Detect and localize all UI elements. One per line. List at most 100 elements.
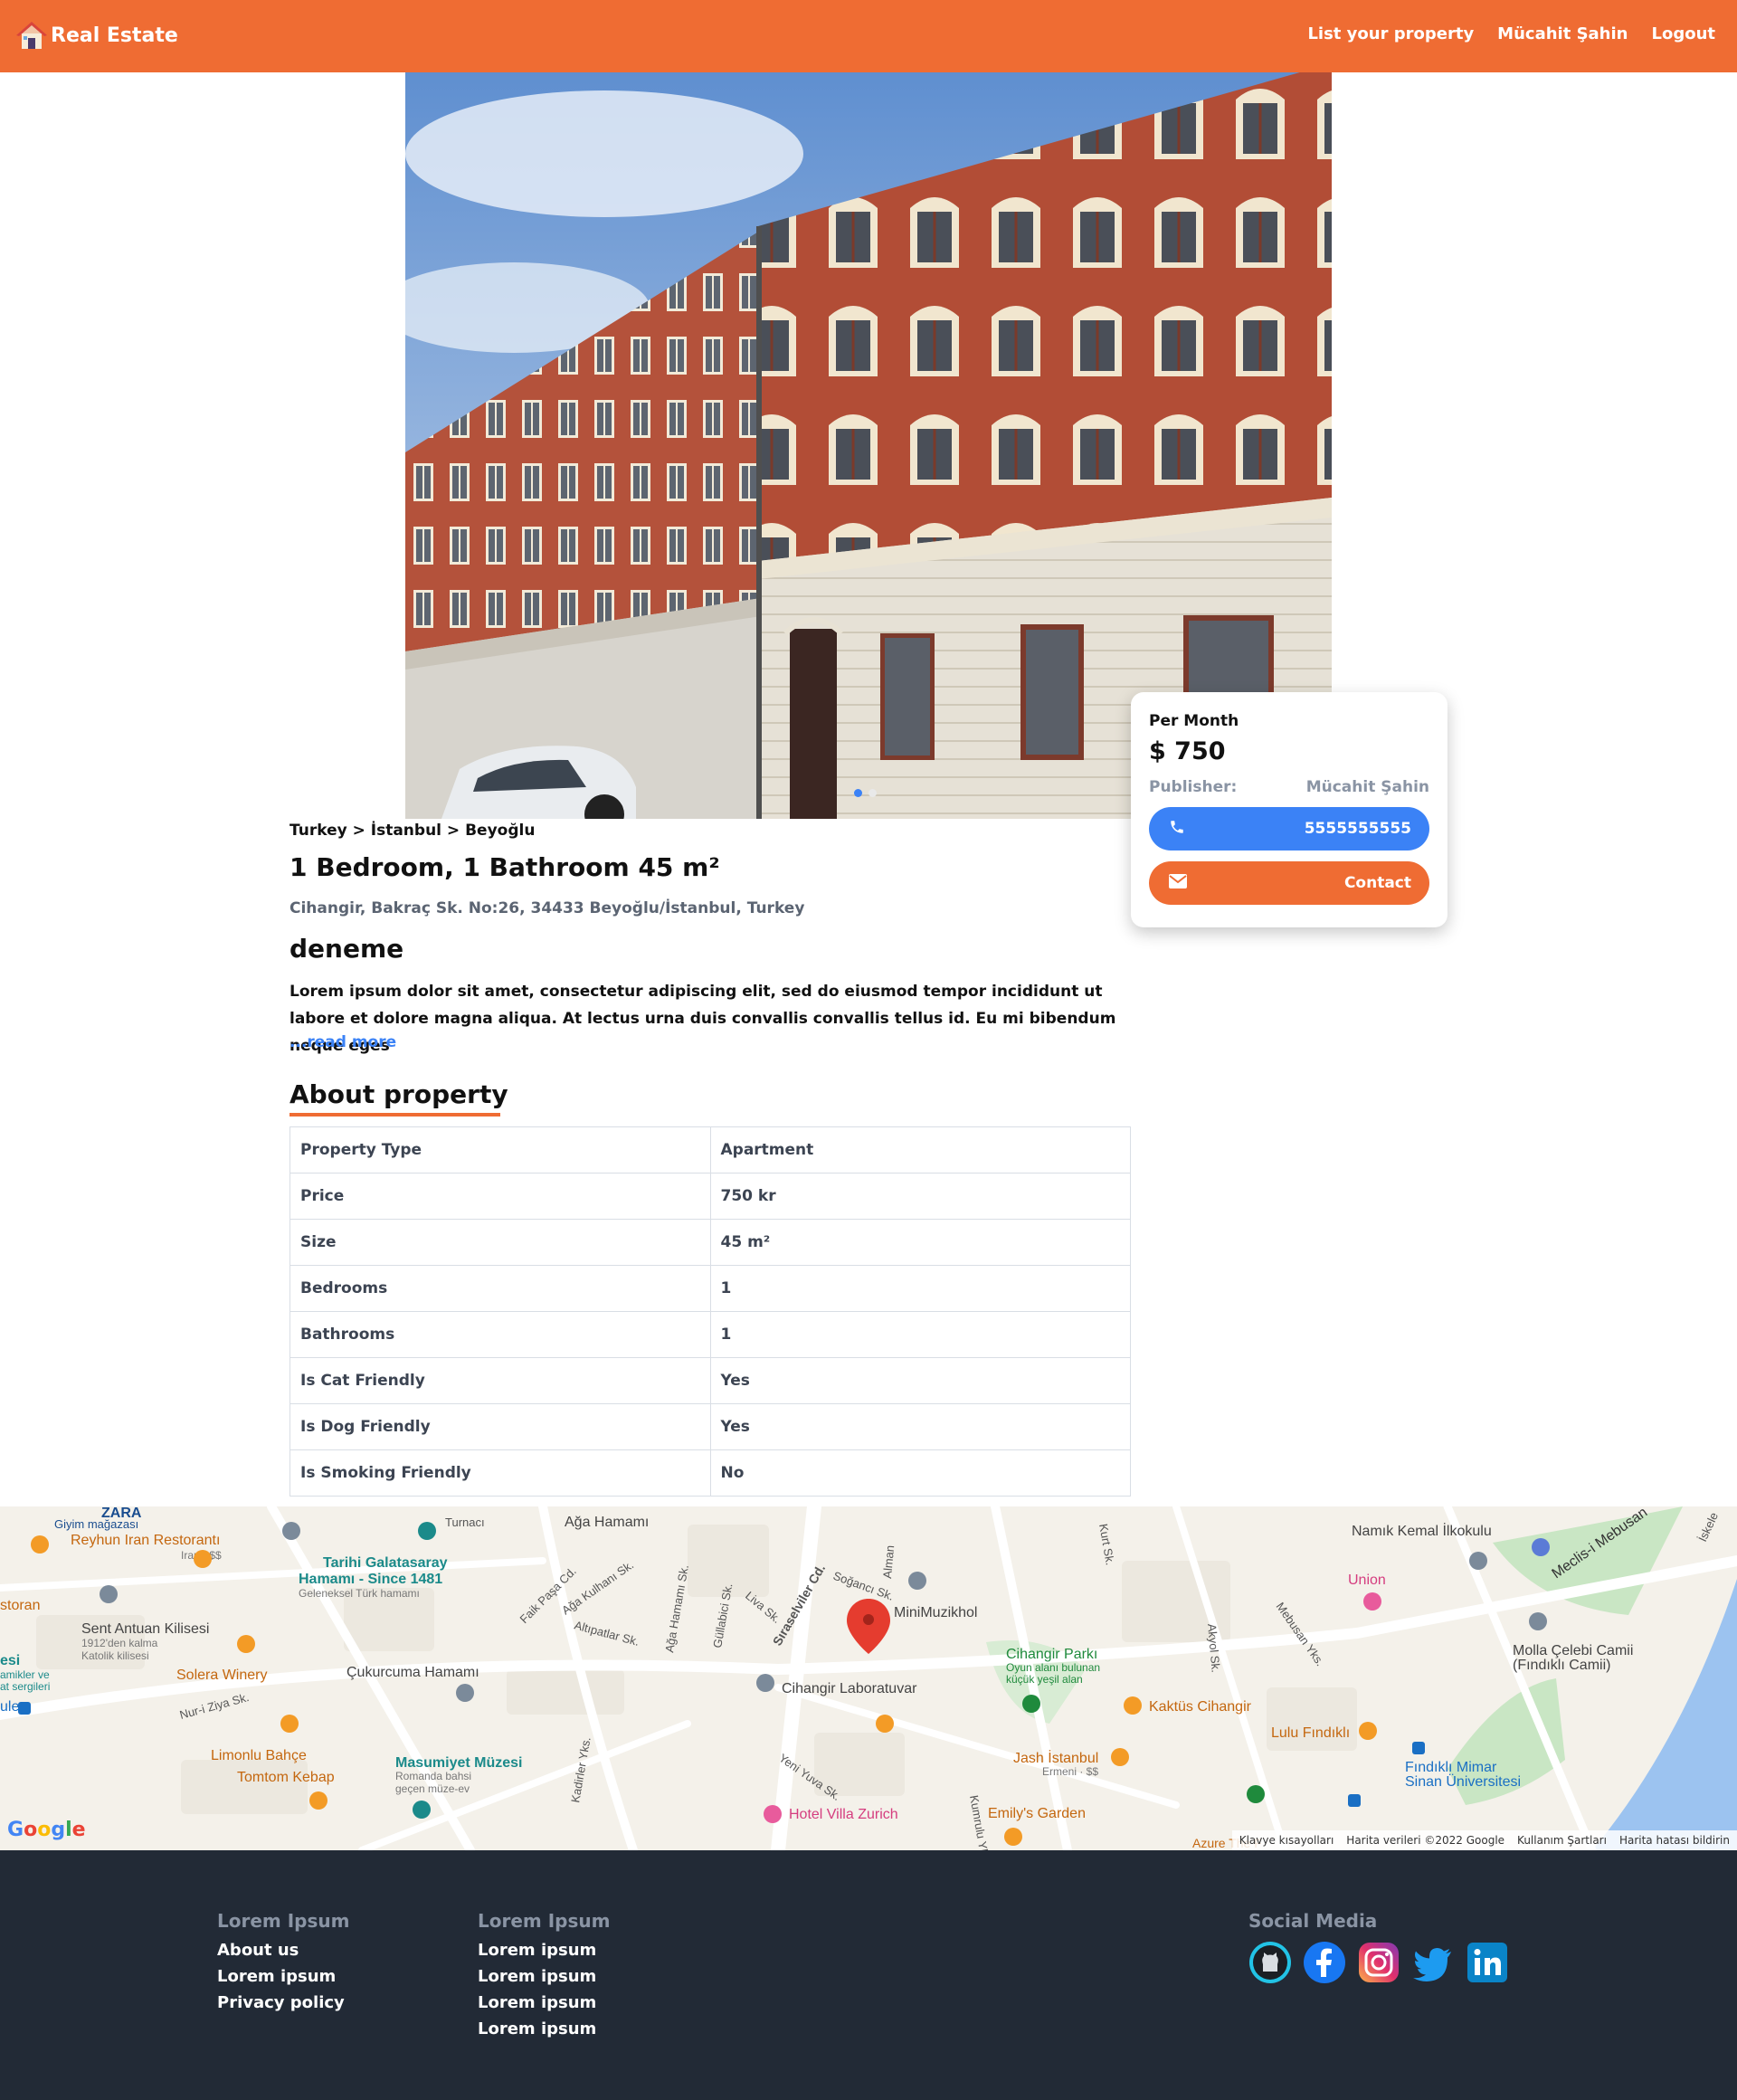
map-label: (Fındıklı Camii) — [1513, 1658, 1610, 1673]
publisher-label: Publisher: — [1149, 778, 1238, 796]
keyboard-shortcuts-link[interactable]: Klavye kısayolları — [1239, 1834, 1334, 1847]
listing-address: Cihangir, Bakraç Sk. No:26, 34433 Beyoğl… — [290, 899, 805, 917]
listing-description: Lorem ipsum dolor sit amet, consectetur … — [290, 983, 1116, 1055]
map-label: Romanda bahsi — [395, 1770, 471, 1782]
map-label: Solera Winery — [176, 1668, 267, 1683]
carousel-dot-active[interactable] — [854, 789, 862, 797]
property-label: Price — [290, 1173, 711, 1220]
map-label: Hamamı - Since 1481 — [299, 1572, 442, 1587]
terms-link[interactable]: Kullanım Şartları — [1517, 1834, 1607, 1847]
property-value: Yes — [709, 1403, 1131, 1450]
monthly-price: $ 750 — [1149, 737, 1226, 765]
location-map[interactable]: Turnacı Faik Paşa Cd. Ağa Kulhanı Sk. Ağ… — [0, 1506, 1737, 1850]
list-property-link[interactable]: List your property — [1307, 24, 1474, 43]
contact-label: Contact — [1343, 874, 1411, 892]
property-value: Apartment — [709, 1126, 1131, 1174]
about-us-link[interactable]: About us — [217, 1941, 349, 1960]
map-label: Cihangir Laboratuvar — [782, 1681, 917, 1696]
map-attribution-bar: Klavye kısayolları Harita verileri ©2022… — [1231, 1830, 1737, 1850]
map-label: Molla Çelebi Camii — [1513, 1643, 1633, 1658]
map-label: Masumiyet Müzesi — [395, 1755, 522, 1771]
social-media-column: Social Media — [1248, 1910, 1509, 1984]
property-value: No — [709, 1449, 1131, 1497]
map-label: Giyim mağazası — [54, 1517, 138, 1531]
footer-link[interactable]: Lorem ipsum — [217, 1967, 349, 1986]
map-label: Fındıklı Mimar — [1405, 1760, 1497, 1775]
footer-link[interactable]: Lorem ipsum — [478, 1993, 610, 2012]
publisher-name: Mücahit Şahin — [1305, 778, 1429, 796]
property-label: Property Type — [290, 1126, 711, 1174]
phone-button[interactable]: 5555555555 — [1149, 807, 1429, 850]
table-row: Property Type Apartment — [290, 1126, 1131, 1174]
phone-number: 5555555555 — [1304, 820, 1411, 838]
map-label: Namık Kemal İlkokulu — [1352, 1522, 1492, 1539]
property-label: Is Dog Friendly — [290, 1403, 711, 1450]
price-card: Per Month $ 750 Publisher: Mücahit Şahin… — [1131, 692, 1448, 927]
map-label: esi — [0, 1653, 20, 1668]
footer-link[interactable]: Lorem ipsum — [478, 2019, 610, 2038]
privacy-policy-link[interactable]: Privacy policy — [217, 1993, 349, 2012]
map-label: Çukurcuma Hamamı — [346, 1665, 479, 1680]
table-row: Is Smoking Friendly No — [290, 1449, 1131, 1497]
map-data-credit: Harita verileri ©2022 Google — [1346, 1834, 1505, 1847]
footer-link[interactable]: Lorem ipsum — [478, 1941, 610, 1960]
logout-link[interactable]: Logout — [1651, 24, 1715, 43]
map-label: Cihangir Parkı — [1006, 1647, 1097, 1662]
property-value: Yes — [709, 1357, 1131, 1404]
navbar: Real Estate List your property Mücahit Ş… — [0, 0, 1737, 72]
property-details-table: Property Type Apartment Price 750 kr Size 4… — [290, 1126, 1131, 1497]
google-logo: Google — [7, 1819, 86, 1841]
linkedin-icon[interactable] — [1466, 1941, 1509, 1984]
street-label: Turnacı — [445, 1516, 485, 1529]
carousel-dot[interactable] — [868, 789, 877, 797]
brand-name: Real Estate — [51, 24, 178, 47]
table-row: Price 750 kr — [290, 1173, 1131, 1220]
twitter-icon[interactable] — [1411, 1941, 1455, 1984]
brand-logo[interactable]: Real Estate — [14, 18, 178, 52]
map-label: Geleneksel Türk hamamı — [299, 1587, 420, 1600]
location-breadcrumb[interactable]: Turkey > İstanbul > Beyoğlu — [290, 822, 535, 840]
table-row: Size 45 m² — [290, 1219, 1131, 1266]
property-label: Is Smoking Friendly — [290, 1449, 711, 1497]
page-footer: Lorem Ipsum About us Lorem ipsum Privacy… — [0, 1850, 1737, 2100]
map-label: Kaktüs Cihangir — [1149, 1699, 1252, 1715]
map-label: storan — [0, 1598, 40, 1613]
map-label: at sergileri — [0, 1680, 50, 1693]
street-label: Alman — [880, 1544, 897, 1579]
heading-underline — [290, 1113, 500, 1117]
map-label: ule — [0, 1699, 19, 1715]
contact-button[interactable]: Contact — [1149, 861, 1429, 905]
map-label: Oyun alanı bulunan — [1006, 1661, 1100, 1674]
about-property-heading: About property — [290, 1079, 508, 1109]
map-label: geçen müze-ev — [395, 1782, 470, 1795]
phone-icon — [1169, 819, 1185, 840]
map-label: Sent Antuan Kilisesi — [81, 1621, 209, 1637]
table-row: Is Dog Friendly Yes — [290, 1403, 1131, 1450]
facebook-icon[interactable] — [1303, 1941, 1346, 1984]
social-heading: Social Media — [1248, 1910, 1378, 1932]
footer-column: Lorem Ipsum About us Lorem ipsum Privacy… — [217, 1910, 349, 2019]
map-label: Katolik kilisesi — [81, 1649, 149, 1662]
publisher-row: Publisher: Mücahit Şahin — [1149, 778, 1429, 796]
envelope-icon — [1169, 873, 1187, 893]
footer-link[interactable]: Lorem ipsum — [478, 1967, 610, 1986]
map-label: Union — [1348, 1573, 1386, 1588]
footer-heading: Lorem Ipsum — [217, 1910, 350, 1932]
report-error-link[interactable]: Harita hatası bildirin — [1619, 1834, 1730, 1847]
map-label: Reyhun Iran Restorantı — [71, 1533, 220, 1548]
map-label: Sinan Üniversitesi — [1405, 1773, 1521, 1790]
map-label: Tomtom Kebap — [237, 1770, 335, 1785]
map-label: 1912'den kalma — [81, 1637, 158, 1649]
github-icon[interactable] — [1248, 1941, 1292, 1984]
property-value: 45 m² — [709, 1219, 1131, 1266]
footer-column: Lorem Ipsum Lorem ipsum Lorem ipsum Lore… — [478, 1910, 610, 2046]
read-more-link[interactable]: ...read more — [290, 1033, 396, 1051]
table-row: Is Cat Friendly Yes — [290, 1357, 1131, 1404]
property-label: Size — [290, 1219, 711, 1266]
map-label: Limonlu Bahçe — [211, 1748, 307, 1763]
map-label: Ermeni · $$ — [1042, 1765, 1098, 1778]
user-profile-link[interactable]: Mücahit Şahin — [1497, 24, 1628, 43]
map-label: MiniMuzikhol — [894, 1605, 977, 1620]
instagram-icon[interactable] — [1357, 1941, 1400, 1984]
listing-subtitle: deneme — [290, 934, 404, 964]
